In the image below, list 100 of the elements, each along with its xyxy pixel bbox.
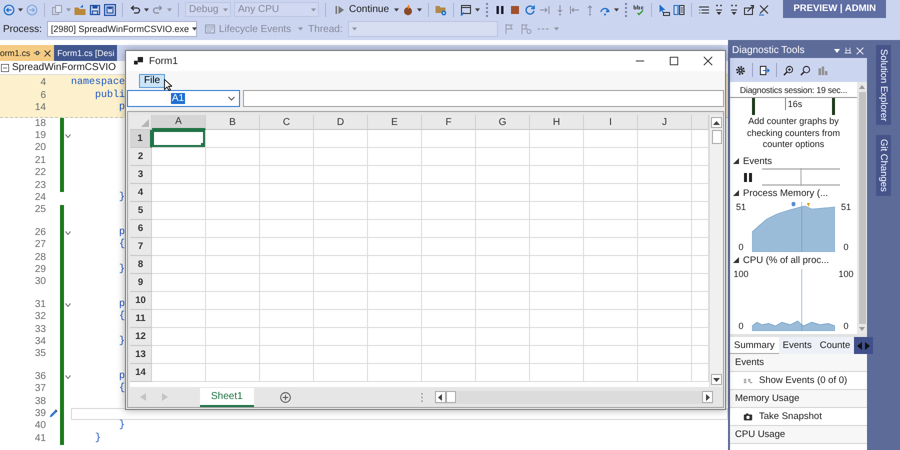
table-cell[interactable] <box>530 328 584 346</box>
table-cell[interactable] <box>476 256 530 274</box>
table-cell[interactable] <box>584 238 638 256</box>
table-cell[interactable] <box>368 238 422 256</box>
table-cell[interactable] <box>638 184 692 202</box>
add-sheet-icon[interactable] <box>280 392 291 402</box>
panel-tab[interactable]: Events <box>778 337 816 354</box>
close-icon[interactable] <box>44 50 52 56</box>
row-header[interactable]: 1 <box>130 130 152 148</box>
table-cell[interactable] <box>584 130 638 148</box>
table-cell[interactable] <box>368 310 422 328</box>
column-header[interactable]: G <box>476 115 530 130</box>
row-header[interactable]: 5 <box>130 202 152 220</box>
table-cell[interactable] <box>314 148 368 166</box>
table-cell[interactable] <box>584 292 638 310</box>
action-link[interactable]: Take Snapshot <box>759 411 822 422</box>
table-cell[interactable] <box>638 202 692 220</box>
scrollbar-thumb[interactable] <box>712 130 722 144</box>
left-arrow-icon[interactable] <box>857 342 862 350</box>
column-header[interactable]: D <box>314 115 368 130</box>
table-cell[interactable] <box>152 148 206 166</box>
table-cell[interactable] <box>206 238 260 256</box>
fold-chevron-icon[interactable] <box>65 374 71 379</box>
table-cell[interactable] <box>530 238 584 256</box>
table-cell[interactable] <box>476 184 530 202</box>
save-all-icon[interactable] <box>104 4 116 16</box>
active-cell[interactable] <box>152 130 206 148</box>
table-cell[interactable] <box>638 166 692 184</box>
table-cell[interactable] <box>476 292 530 310</box>
table-cell[interactable] <box>152 328 206 346</box>
table-cell[interactable] <box>530 166 584 184</box>
row-header[interactable]: 8 <box>130 256 152 274</box>
table-cell[interactable] <box>530 130 584 148</box>
table-cell[interactable] <box>206 148 260 166</box>
row-header[interactable]: 10 <box>130 292 152 310</box>
row-header[interactable]: 12 <box>130 328 152 346</box>
toolbar-button[interactable]: Continue <box>332 2 392 18</box>
table-cell[interactable] <box>476 238 530 256</box>
scrollbar-thumb[interactable] <box>446 391 456 403</box>
table-cell[interactable] <box>422 166 476 184</box>
table-cell[interactable] <box>530 292 584 310</box>
row-header[interactable]: 13 <box>130 346 152 364</box>
table-cell[interactable] <box>368 166 422 184</box>
table-cell[interactable] <box>314 166 368 184</box>
caret-icon[interactable] <box>18 8 23 12</box>
table-cell[interactable] <box>368 364 422 382</box>
splitter-grip-icon[interactable] <box>420 392 423 402</box>
table-cell[interactable] <box>260 292 314 310</box>
table-cell[interactable] <box>638 364 692 382</box>
fold-chevron-icon[interactable] <box>65 134 71 138</box>
table-cell[interactable] <box>638 328 692 346</box>
table-cell[interactable] <box>584 148 638 166</box>
restart-icon[interactable] <box>524 4 536 16</box>
column-header[interactable]: A <box>152 115 206 130</box>
row-header[interactable]: 4 <box>130 184 152 202</box>
export-icon[interactable] <box>759 64 770 76</box>
navigation-dropdown[interactable]: SpreadWinFormCSVIO <box>12 62 116 73</box>
table-cell[interactable] <box>584 220 638 238</box>
column-header[interactable]: H <box>530 115 584 130</box>
table-cell[interactable] <box>638 130 692 148</box>
sheet-tab[interactable]: Sheet1 <box>200 388 254 406</box>
table-cell[interactable] <box>314 310 368 328</box>
table-cell[interactable] <box>476 130 530 148</box>
column-header[interactable]: E <box>368 115 422 130</box>
scroll-right-button[interactable] <box>702 391 713 403</box>
table-cell[interactable] <box>260 202 314 220</box>
settings-icon[interactable] <box>735 64 746 76</box>
table-cell[interactable] <box>530 220 584 238</box>
table-cell[interactable] <box>422 184 476 202</box>
table-cell[interactable] <box>584 274 638 292</box>
expand-triangle-icon[interactable] <box>733 190 739 196</box>
scroll-up-button[interactable] <box>711 117 722 128</box>
scrollbar-thumb[interactable] <box>858 92 866 324</box>
right-arrow-icon[interactable] <box>865 342 870 350</box>
table-cell[interactable] <box>530 364 584 382</box>
table-cell[interactable] <box>638 292 692 310</box>
table-cell[interactable] <box>476 364 530 382</box>
table-cell[interactable] <box>260 274 314 292</box>
table-cell[interactable] <box>422 274 476 292</box>
table-cell[interactable] <box>584 328 638 346</box>
table-cell[interactable] <box>206 328 260 346</box>
spell-check-icon[interactable] <box>633 4 646 16</box>
table-cell[interactable] <box>206 364 260 382</box>
zoom-out-icon[interactable] <box>800 64 811 76</box>
horizontal-scrollbar[interactable] <box>434 390 713 404</box>
caret-icon[interactable] <box>475 8 480 12</box>
table-cell[interactable] <box>368 274 422 292</box>
table-cell[interactable] <box>152 274 206 292</box>
table-cell[interactable] <box>530 274 584 292</box>
caret-icon[interactable] <box>614 8 620 12</box>
column-header[interactable]: I <box>584 115 638 130</box>
pause-icon[interactable] <box>494 4 506 16</box>
side-tab[interactable]: Solution Explorer <box>876 45 891 126</box>
select-all-button[interactable] <box>130 115 152 130</box>
table-cell[interactable] <box>422 328 476 346</box>
table-cell[interactable] <box>476 166 530 184</box>
table-cell[interactable] <box>260 130 314 148</box>
left-arrow-icon[interactable] <box>140 393 146 401</box>
table-cell[interactable] <box>638 256 692 274</box>
table-cell[interactable] <box>638 220 692 238</box>
